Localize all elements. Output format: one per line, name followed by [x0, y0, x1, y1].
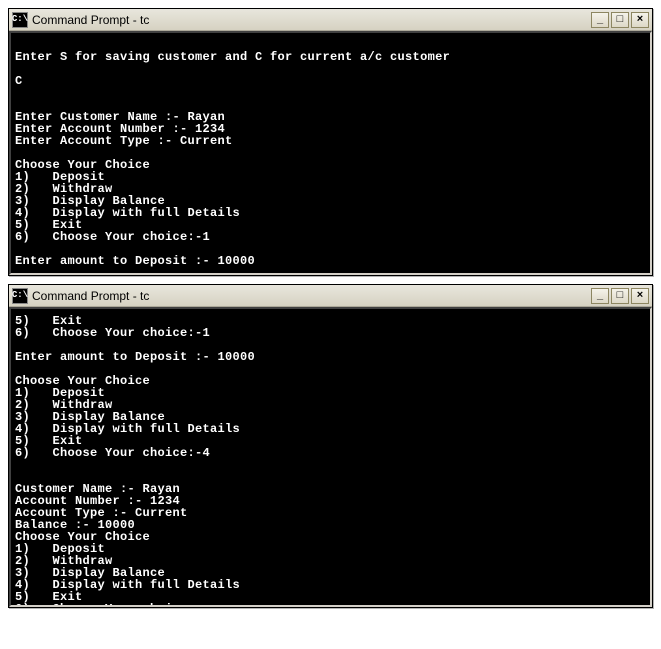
- command-prompt-window-2: C:\ Command Prompt - tc _ □ × 5) Exit6) …: [8, 284, 653, 608]
- maximize-button[interactable]: □: [611, 12, 629, 28]
- terminal-line: Choose Your Choice: [15, 531, 646, 543]
- terminal-line: 6) Choose Your choice:-_: [15, 603, 646, 607]
- cmd-icon: C:\: [12, 12, 28, 28]
- minimize-button[interactable]: _: [591, 12, 609, 28]
- terminal-output[interactable]: Enter S for saving customer and C for cu…: [9, 31, 652, 275]
- terminal-output[interactable]: 5) Exit6) Choose Your choice:-1 Enter am…: [9, 307, 652, 607]
- terminal-line: [15, 459, 646, 471]
- window-title: Command Prompt - tc: [32, 13, 591, 27]
- command-prompt-window-1: C:\ Command Prompt - tc _ □ × Enter S fo…: [8, 8, 653, 276]
- maximize-button[interactable]: □: [611, 288, 629, 304]
- terminal-line: C: [15, 75, 646, 87]
- titlebar[interactable]: C:\ Command Prompt - tc _ □ ×: [9, 9, 652, 31]
- terminal-line: Choose Your Choice: [15, 159, 646, 171]
- minimize-button[interactable]: _: [591, 288, 609, 304]
- terminal-line: 6) Choose Your choice:-1: [15, 231, 646, 243]
- cmd-icon: C:\: [12, 288, 28, 304]
- terminal-line: 6) Choose Your choice:-4: [15, 447, 646, 459]
- close-button[interactable]: ×: [631, 12, 649, 28]
- terminal-line: Enter amount to Deposit :- 10000: [15, 255, 646, 267]
- window-title: Command Prompt - tc: [32, 289, 591, 303]
- window-controls: _ □ ×: [591, 288, 649, 304]
- terminal-line: 4) Display with full Details: [15, 207, 646, 219]
- close-button[interactable]: ×: [631, 288, 649, 304]
- terminal-line: [15, 87, 646, 99]
- window-controls: _ □ ×: [591, 12, 649, 28]
- terminal-line: 6) Choose Your choice:-1: [15, 327, 646, 339]
- terminal-line: Enter S for saving customer and C for cu…: [15, 51, 646, 63]
- terminal-line: Enter amount to Deposit :- 10000: [15, 351, 646, 363]
- terminal-line: 4) Display with full Details: [15, 423, 646, 435]
- terminal-line: Choose Your Choice: [15, 375, 646, 387]
- titlebar[interactable]: C:\ Command Prompt - tc _ □ ×: [9, 285, 652, 307]
- terminal-line: Enter Account Type :- Current: [15, 135, 646, 147]
- terminal-line: 4) Display with full Details: [15, 579, 646, 591]
- terminal-line: [15, 63, 646, 75]
